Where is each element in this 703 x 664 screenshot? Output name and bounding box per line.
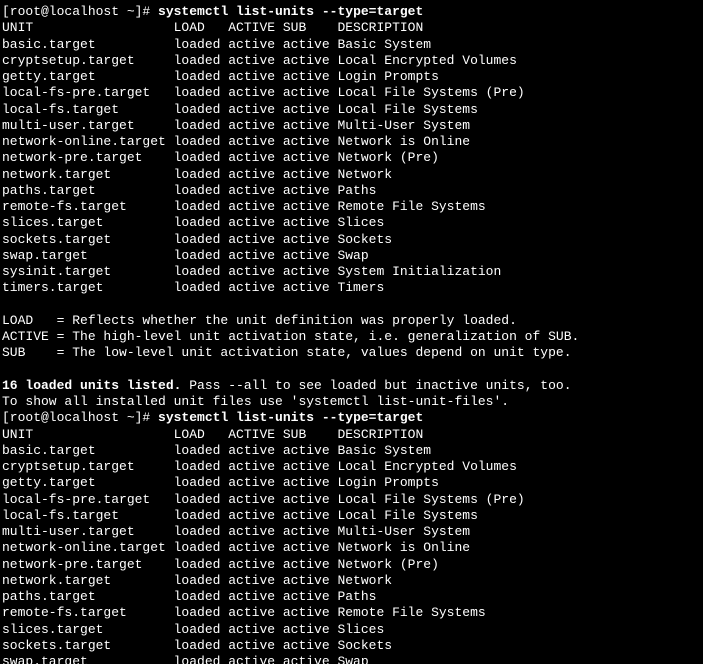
units-header: UNIT LOAD ACTIVE SUB DESCRIPTION [2, 427, 701, 443]
unit-row: sockets.target loaded active active Sock… [2, 638, 701, 654]
unit-row: local-fs-pre.target loaded active active… [2, 85, 701, 101]
unit-row: multi-user.target loaded active active M… [2, 118, 701, 134]
unit-row: sysinit.target loaded active active Syst… [2, 264, 701, 280]
unit-row: paths.target loaded active active Paths [2, 589, 701, 605]
unit-row: network.target loaded active active Netw… [2, 573, 701, 589]
unit-row: cryptsetup.target loaded active active L… [2, 459, 701, 475]
blank-line [2, 297, 701, 313]
command-text: systemctl list-units --type=target [158, 4, 423, 19]
unit-row: getty.target loaded active active Login … [2, 69, 701, 85]
shell-prompt: [root@localhost ~]# [2, 410, 158, 425]
unit-row: multi-user.target loaded active active M… [2, 524, 701, 540]
unit-row: getty.target loaded active active Login … [2, 475, 701, 491]
unit-row: basic.target loaded active active Basic … [2, 37, 701, 53]
unit-row: swap.target loaded active active Swap [2, 654, 701, 664]
unit-row: network.target loaded active active Netw… [2, 167, 701, 183]
unit-row: remote-fs.target loaded active active Re… [2, 605, 701, 621]
unit-row: cryptsetup.target loaded active active L… [2, 53, 701, 69]
terminal-output[interactable]: [root@localhost ~]# systemctl list-units… [0, 0, 703, 664]
unit-row: network-online.target loaded active acti… [2, 134, 701, 150]
unit-row: timers.target loaded active active Timer… [2, 280, 701, 296]
legend-load: LOAD = Reflects whether the unit definit… [2, 313, 701, 329]
unit-row: network-pre.target loaded active active … [2, 557, 701, 573]
unit-row: paths.target loaded active active Paths [2, 183, 701, 199]
unit-row: local-fs-pre.target loaded active active… [2, 492, 701, 508]
units-listed: 16 loaded units listed. Pass --all to se… [2, 378, 701, 394]
unit-row: remote-fs.target loaded active active Re… [2, 199, 701, 215]
unit-row: local-fs.target loaded active active Loc… [2, 102, 701, 118]
legend-sub: SUB = The low-level unit activation stat… [2, 345, 701, 361]
unit-row: sockets.target loaded active active Sock… [2, 232, 701, 248]
unit-row: slices.target loaded active active Slice… [2, 215, 701, 231]
blank-line [2, 362, 701, 378]
unit-row: local-fs.target loaded active active Loc… [2, 508, 701, 524]
unit-row: basic.target loaded active active Basic … [2, 443, 701, 459]
unit-row: swap.target loaded active active Swap [2, 248, 701, 264]
shell-prompt: [root@localhost ~]# [2, 4, 158, 19]
units-header: UNIT LOAD ACTIVE SUB DESCRIPTION [2, 20, 701, 36]
command-text: systemctl list-units --type=target [158, 410, 423, 425]
legend-active: ACTIVE = The high-level unit activation … [2, 329, 701, 345]
unit-row: slices.target loaded active active Slice… [2, 622, 701, 638]
unit-row: network-pre.target loaded active active … [2, 150, 701, 166]
unit-row: network-online.target loaded active acti… [2, 540, 701, 556]
hint-line: To show all installed unit files use 'sy… [2, 394, 701, 410]
